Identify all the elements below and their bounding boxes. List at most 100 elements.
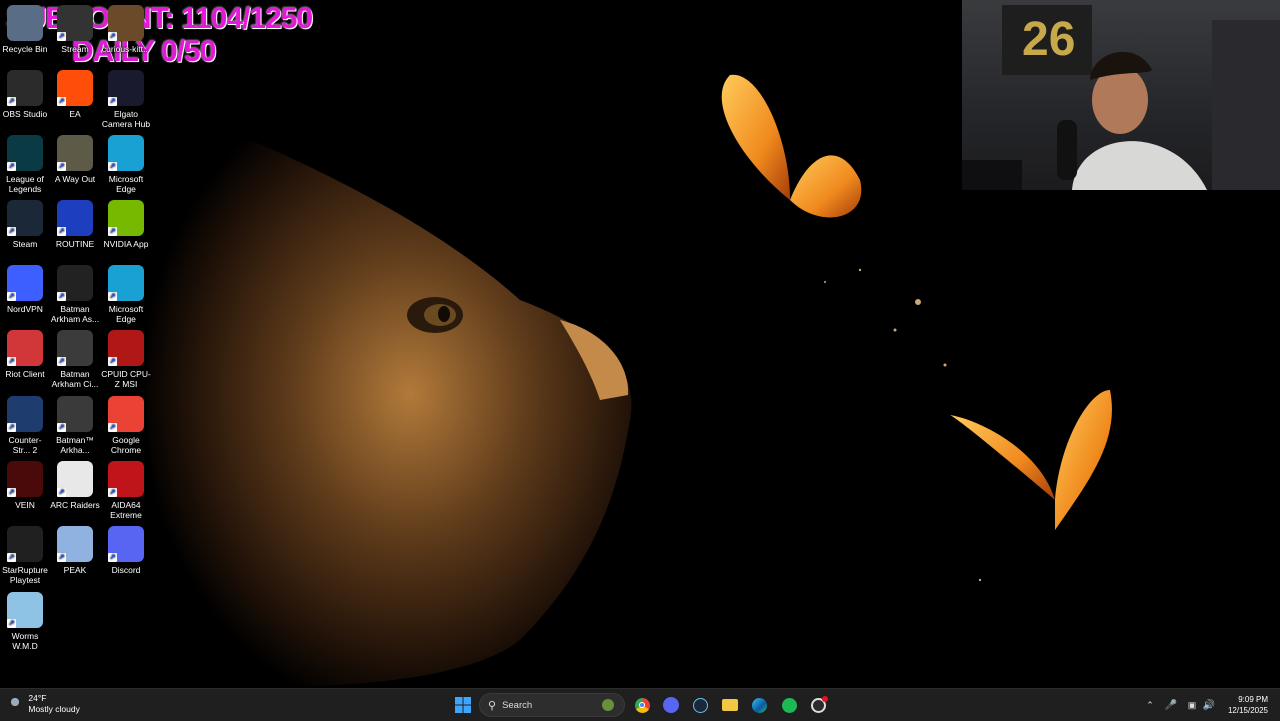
taskbar-obs[interactable] xyxy=(808,689,828,721)
steam-icon: ↗ xyxy=(7,200,43,236)
tray-overflow-chevron-icon[interactable]: ⌃ xyxy=(1143,689,1157,721)
search-placeholder: Search xyxy=(502,699,533,711)
taskbar-discord[interactable] xyxy=(661,689,681,721)
riot-icon: ↗ xyxy=(7,330,43,366)
shortcut-arrow-icon: ↗ xyxy=(7,619,16,628)
desktop-icon-label: AIDA64 Extreme xyxy=(110,500,142,520)
weather-icon xyxy=(8,695,22,709)
shortcut-arrow-icon: ↗ xyxy=(7,292,16,301)
desktop-icon-label: Worms W.M.D xyxy=(11,631,39,651)
desktop-icon-batman[interactable]: ↗ Batman Arkham Ci... xyxy=(50,330,100,389)
microphone-icon[interactable]: 🎤 xyxy=(1164,689,1178,721)
taskbar-steam[interactable] xyxy=(690,689,710,721)
desktop-icon-label: Counter-Str... 2 xyxy=(8,435,42,455)
desktop-icon-label: VEIN xyxy=(15,500,35,510)
desktop-icon-nordvpn[interactable]: ↗ NordVPN xyxy=(0,265,50,314)
desktop-icon-label: Microsoft Edge xyxy=(108,174,144,194)
shortcut-arrow-icon: ↗ xyxy=(7,553,16,562)
desktop-icon-arc-raiders[interactable]: ↗ ARC Raiders xyxy=(50,461,100,510)
desktop-icon-cs2[interactable]: ↗ Counter-Str... 2 xyxy=(0,396,50,455)
desktop-icon-label: StarRupture Playtest xyxy=(2,565,48,585)
shortcut-arrow-icon: ↗ xyxy=(57,423,66,432)
taskbar-spotify[interactable] xyxy=(779,689,799,721)
shortcut-arrow-icon: ↗ xyxy=(108,32,117,41)
webcam-feed: 26 xyxy=(962,0,1280,190)
desktop-icon-obs[interactable]: ↗ OBS Studio xyxy=(0,70,50,119)
desktop-icon-label: Stream xyxy=(61,44,89,54)
desktop-icon-edge[interactable]: ↗ Microsoft Edge xyxy=(101,265,151,324)
search-highlight-icon xyxy=(602,699,614,711)
peak-icon: ↗ xyxy=(57,526,93,562)
taskbar-edge[interactable] xyxy=(749,689,769,721)
desktop-icon-edge[interactable]: ↗ Microsoft Edge xyxy=(101,135,151,194)
volume-icon[interactable]: 🔊 xyxy=(1202,689,1216,721)
desktop-icon-a-way-out[interactable]: ↗ A Way Out xyxy=(50,135,100,184)
discord-icon: ↗ xyxy=(108,526,144,562)
desktop-icon-cpuz[interactable]: ↗ CPUID CPU-Z MSI xyxy=(101,330,151,389)
worms-icon: ↗ xyxy=(7,592,43,628)
edge-icon: ↗ xyxy=(108,135,144,171)
svg-text:26: 26 xyxy=(1022,13,1075,66)
desktop-icon-batman[interactable]: ↗ Batman Arkham As... xyxy=(50,265,100,324)
desktop-icon-chrome[interactable]: ↗ Google Chrome xyxy=(101,396,151,455)
desktop-icon-steam[interactable]: ↗ Steam xyxy=(0,200,50,249)
desktop-icon-peak[interactable]: ↗ PEAK xyxy=(50,526,100,575)
desktop-icon-label: NVIDIA App xyxy=(103,239,149,249)
desktop-icon-ea[interactable]: ↗ EA xyxy=(50,70,100,119)
weather-widget[interactable]: 24°F Mostly cloudy xyxy=(8,693,80,715)
desktop-icon-recycle-bin[interactable]: Recycle Bin xyxy=(0,5,50,54)
desktop-icon-label: ROUTINE xyxy=(55,239,95,249)
desktop-icon-aida64[interactable]: ↗ AIDA64 Extreme xyxy=(101,461,151,520)
spotify-icon xyxy=(781,697,797,713)
taskbar-search[interactable]: ⚲ Search xyxy=(479,693,625,717)
taskbar-clock[interactable]: 9:09 PM 12/15/2025 xyxy=(1228,694,1268,716)
desktop-icon-label: ARC Raiders xyxy=(50,500,100,510)
desktop-icon-vein[interactable]: ↗ VEIN xyxy=(0,461,50,510)
elgato-icon: ↗ xyxy=(108,70,144,106)
shortcut-arrow-icon: ↗ xyxy=(7,488,16,497)
desktop-icon-routine[interactable]: ↗ ROUTINE xyxy=(50,200,100,249)
taskbar: 24°F Mostly cloudy ⚲ Search ⌃ 🎤 ▣ 🔊 9:09… xyxy=(0,688,1280,721)
desktop-icon-worms[interactable]: ↗ Worms W.M.D xyxy=(0,592,50,651)
league-icon: ↗ xyxy=(7,135,43,171)
desktop-icon-label: League of Legends xyxy=(6,174,44,194)
weather-temp: 24°F xyxy=(28,693,47,703)
desktop-icon-label: NordVPN xyxy=(7,304,43,314)
aida64-icon: ↗ xyxy=(108,461,144,497)
shortcut-arrow-icon: ↗ xyxy=(7,357,16,366)
desktop-icon-image-file[interactable]: ↗ curious-kitt... xyxy=(101,5,151,54)
windows-icon xyxy=(455,697,471,713)
obs-icon xyxy=(810,695,828,713)
obs-icon: ↗ xyxy=(7,70,43,106)
shortcut-arrow-icon: ↗ xyxy=(57,162,66,171)
desktop-icon-discord[interactable]: ↗ Discord xyxy=(101,526,151,575)
desktop-icon-starrupture[interactable]: ↗ StarRupture Playtest xyxy=(0,526,50,585)
desktop-icon-label: PEAK xyxy=(63,565,87,575)
batman-icon: ↗ xyxy=(57,265,93,301)
desktop-icon-label: OBS Studio xyxy=(2,109,48,119)
desktop-icon-label: Riot Client xyxy=(5,369,45,379)
shortcut-arrow-icon: ↗ xyxy=(108,292,117,301)
discord-icon xyxy=(663,697,679,713)
chrome-icon xyxy=(634,697,650,713)
taskbar-file-explorer[interactable] xyxy=(720,689,740,721)
desktop-icon-nvidia[interactable]: ↗ NVIDIA App xyxy=(101,200,151,249)
shortcut-arrow-icon: ↗ xyxy=(7,423,16,432)
desktop-icon-batman[interactable]: ↗ Batman™ Arkha... xyxy=(50,396,100,455)
vein-icon: ↗ xyxy=(7,461,43,497)
desktop-icon-label: A Way Out xyxy=(54,174,96,184)
shortcut-arrow-icon: ↗ xyxy=(57,32,66,41)
desktop-icon-riot[interactable]: ↗ Riot Client xyxy=(0,330,50,379)
edge-icon: ↗ xyxy=(108,265,144,301)
desktop-icon-stream[interactable]: ↗ Stream xyxy=(50,5,100,54)
shortcut-arrow-icon: ↗ xyxy=(108,162,117,171)
nvidia-icon: ↗ xyxy=(108,200,144,236)
network-icon[interactable]: ▣ xyxy=(1185,689,1199,721)
taskbar-chrome[interactable] xyxy=(632,689,652,721)
starrupture-icon: ↗ xyxy=(7,526,43,562)
desktop-icon-label: CPUID CPU-Z MSI xyxy=(101,369,151,389)
desktop-icon-elgato[interactable]: ↗ Elgato Camera Hub xyxy=(101,70,151,129)
search-icon: ⚲ xyxy=(488,699,497,712)
start-button[interactable] xyxy=(450,689,476,721)
desktop-icon-league[interactable]: ↗ League of Legends xyxy=(0,135,50,194)
